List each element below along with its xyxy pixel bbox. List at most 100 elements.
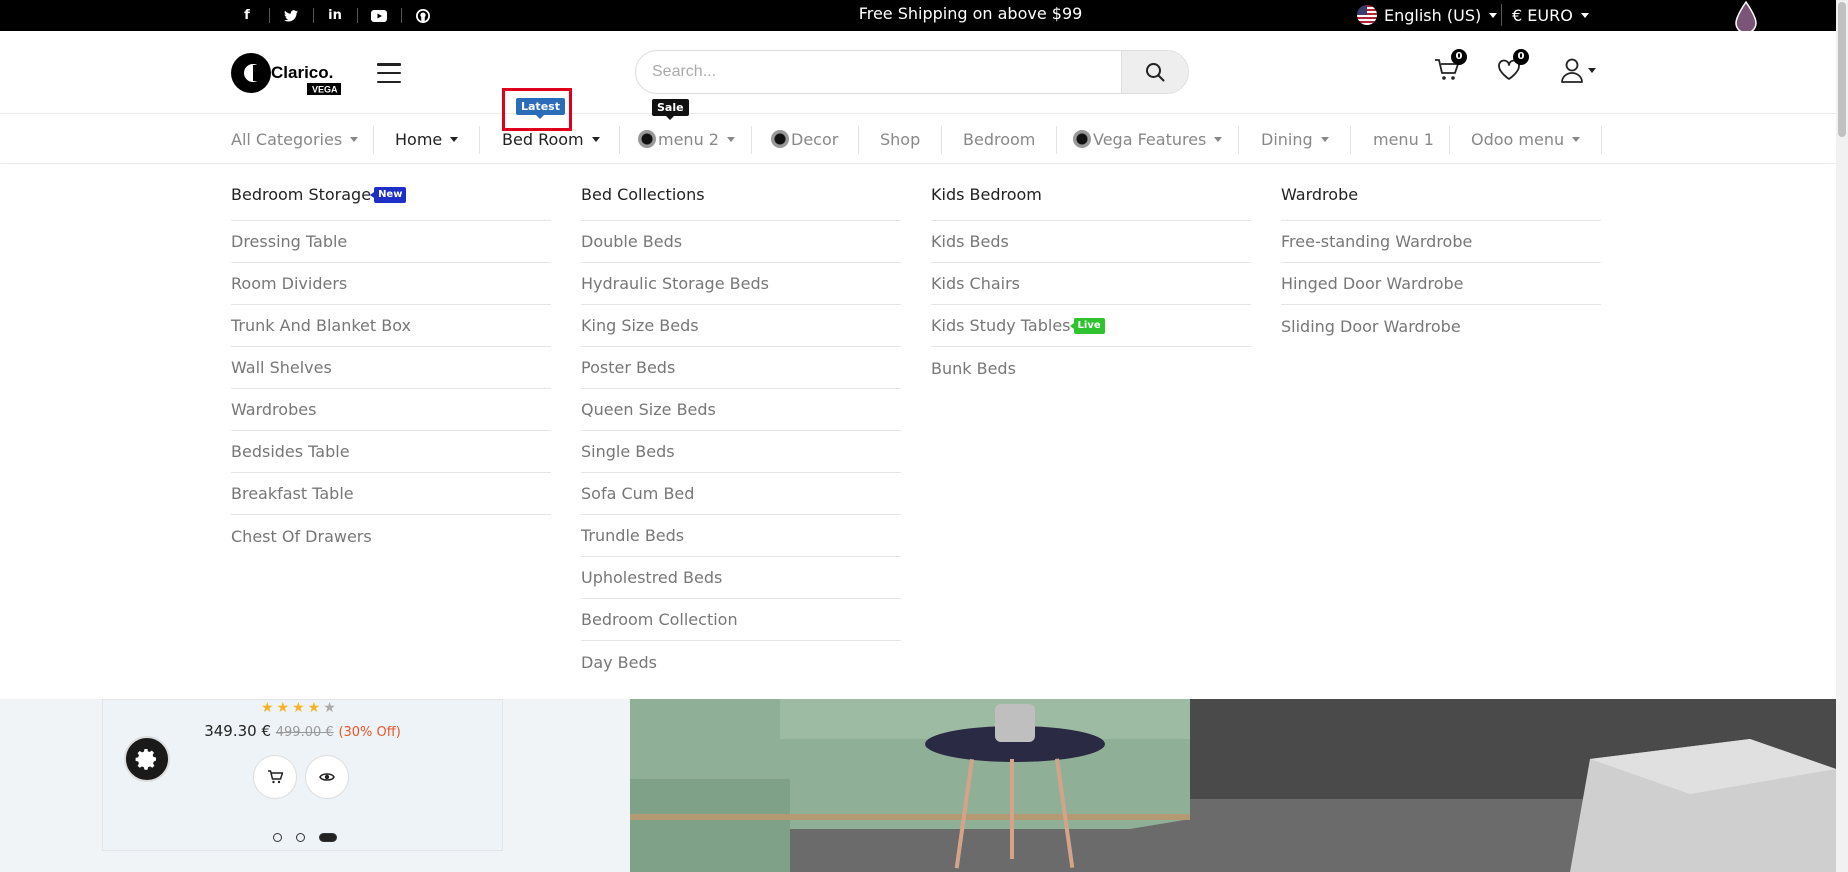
sale-tag: Sale [652,99,689,120]
menu-link[interactable]: Bedsides Table [231,431,551,473]
chevron-down-icon [1572,136,1581,142]
language-selector[interactable]: English (US) [1357,4,1498,26]
chevron-down-icon [1214,136,1223,142]
cart-button[interactable]: 0 [1430,49,1467,87]
nav-odoo-menu[interactable]: Odoo menu [1471,114,1581,164]
menu-link[interactable]: Queen Size Beds [581,389,901,431]
menu-link[interactable]: Hinged Door Wardrobe [1281,263,1601,305]
column-title[interactable]: Bed Collections [581,165,901,221]
menu-link[interactable]: Breakfast Table [231,473,551,515]
nav-label: Bed Room [502,129,584,149]
top-bar: f in Free Shipping on above $99 English … [0,0,1836,34]
nav-label: menu 2 [658,129,719,149]
wishlist-button[interactable]: 0 [1492,49,1529,87]
eye-icon [319,773,335,781]
menu-link[interactable]: Free-standing Wardrobe [1281,221,1601,263]
chevron-down-icon [1320,136,1329,142]
nav-bedroom[interactable]: Bedroom [963,114,1035,164]
menu-link[interactable]: Room Dividers [231,263,551,305]
search-button[interactable] [1121,51,1188,93]
menu-link[interactable]: Sliding Door Wardrobe [1281,305,1601,347]
nav-shop[interactable]: Shop [880,114,920,164]
menu-link[interactable]: Bunk Beds [931,347,1251,389]
chevron-down-icon [450,136,459,142]
menu-link[interactable]: Sofa Cum Bed [581,473,901,515]
currency-selector[interactable]: € EURO [1501,4,1589,26]
nav-label: Home [395,129,443,149]
quick-view-button[interactable] [305,755,349,799]
main-navigation: All Categories Home Bed Room menu 2 Deco… [0,114,1836,164]
nav-label: Vega Features [1093,129,1207,149]
carousel-dot[interactable] [296,833,305,842]
menu-link[interactable]: Trunk And Blanket Box [231,305,551,347]
menu-link[interactable]: Wardrobes [231,389,551,431]
column-title[interactable]: Bedroom Storage New [231,165,551,221]
carousel-dot-active[interactable] [319,833,337,842]
nav-menu-1[interactable]: menu 1 [1373,114,1434,164]
menu-link[interactable]: Day Beds [581,641,901,683]
menu-link[interactable]: King Size Beds [581,305,901,347]
chevron-down-icon [1489,12,1498,18]
cart-icon [268,770,283,784]
nav-dining[interactable]: Dining [1261,114,1329,164]
menu-dot-icon [638,130,656,148]
nav-label: Dining [1261,129,1313,149]
highlight-box [502,88,572,131]
us-flag-icon [1357,5,1377,25]
scrollbar-thumb[interactable] [1838,2,1846,137]
clarico-logo[interactable]: Clarico. VEGA [229,48,347,98]
add-to-cart-button[interactable] [253,755,297,799]
account-menu[interactable] [1556,53,1600,87]
column-title[interactable]: Wardrobe [1281,165,1601,221]
menu-link[interactable]: Kids Chairs [931,263,1251,305]
menu-link[interactable]: Hydraulic Storage Beds [581,263,901,305]
menu-link[interactable]: Double Beds [581,221,901,263]
rating-stars: ★★★★★ [261,700,339,716]
menu-link[interactable]: Kids Study Tables Live [931,305,1251,347]
nav-all-categories[interactable]: All Categories [231,114,359,164]
menu-link[interactable]: Wall Shelves [231,347,551,389]
menu-column-kids-bedroom: Kids Bedroom Kids Beds Kids Chairs Kids … [931,165,1251,389]
hamburger-menu-icon[interactable] [377,63,401,83]
carousel-dot[interactable] [273,833,282,842]
search-bar [635,50,1189,94]
nav-label: All Categories [231,129,343,149]
menu-link[interactable]: Single Beds [581,431,901,473]
page-scrollbar[interactable] [1836,0,1848,872]
chevron-down-icon [1588,67,1596,73]
menu-dot-icon [771,130,789,148]
nav-decor[interactable]: Decor [771,114,838,164]
column-title[interactable]: Kids Bedroom [931,165,1251,221]
menu-link[interactable]: Kids Beds [931,221,1251,263]
menu-link[interactable]: Chest Of Drawers [231,515,551,557]
carousel-dots [273,833,337,842]
nav-home[interactable]: Home [395,114,459,164]
nav-label: Bedroom [963,129,1036,149]
currency-label: € EURO [1512,5,1573,25]
menu-link[interactable]: Poster Beds [581,347,901,389]
menu-column-bed-collections: Bed Collections Double Beds Hydraulic St… [581,165,901,683]
menu-link[interactable]: Bedroom Collection [581,599,901,641]
sofa-photo [630,699,1836,872]
menu-dot-icon [1073,130,1091,148]
menu-link[interactable]: Upholestred Beds [581,557,901,599]
nav-label: Shop [880,129,921,149]
menu-link[interactable]: Dressing Table [231,221,551,263]
nav-label: menu 1 [1373,129,1434,149]
current-price: 349.30 € [204,722,271,740]
nav-menu-2[interactable]: menu 2 [638,114,735,164]
chevron-down-icon [726,136,735,142]
chevron-down-icon [1580,12,1589,18]
menu-link[interactable]: Trundle Beds [581,515,901,557]
settings-button[interactable] [124,736,170,782]
search-input[interactable] [636,51,1122,93]
mega-menu: Bedroom Storage New Dressing Table Room D… [0,165,1836,699]
language-label: English (US) [1384,5,1482,25]
column-title-label: Bedroom Storage [231,185,372,204]
nav-vega-features[interactable]: Vega Features [1073,114,1223,164]
site-header: Clarico. VEGA 0 0 [0,31,1836,114]
old-price: 499.00 € [275,725,334,740]
user-icon [1561,58,1583,83]
live-badge: Live [1069,317,1105,334]
nav-label: Odoo menu [1471,129,1565,149]
